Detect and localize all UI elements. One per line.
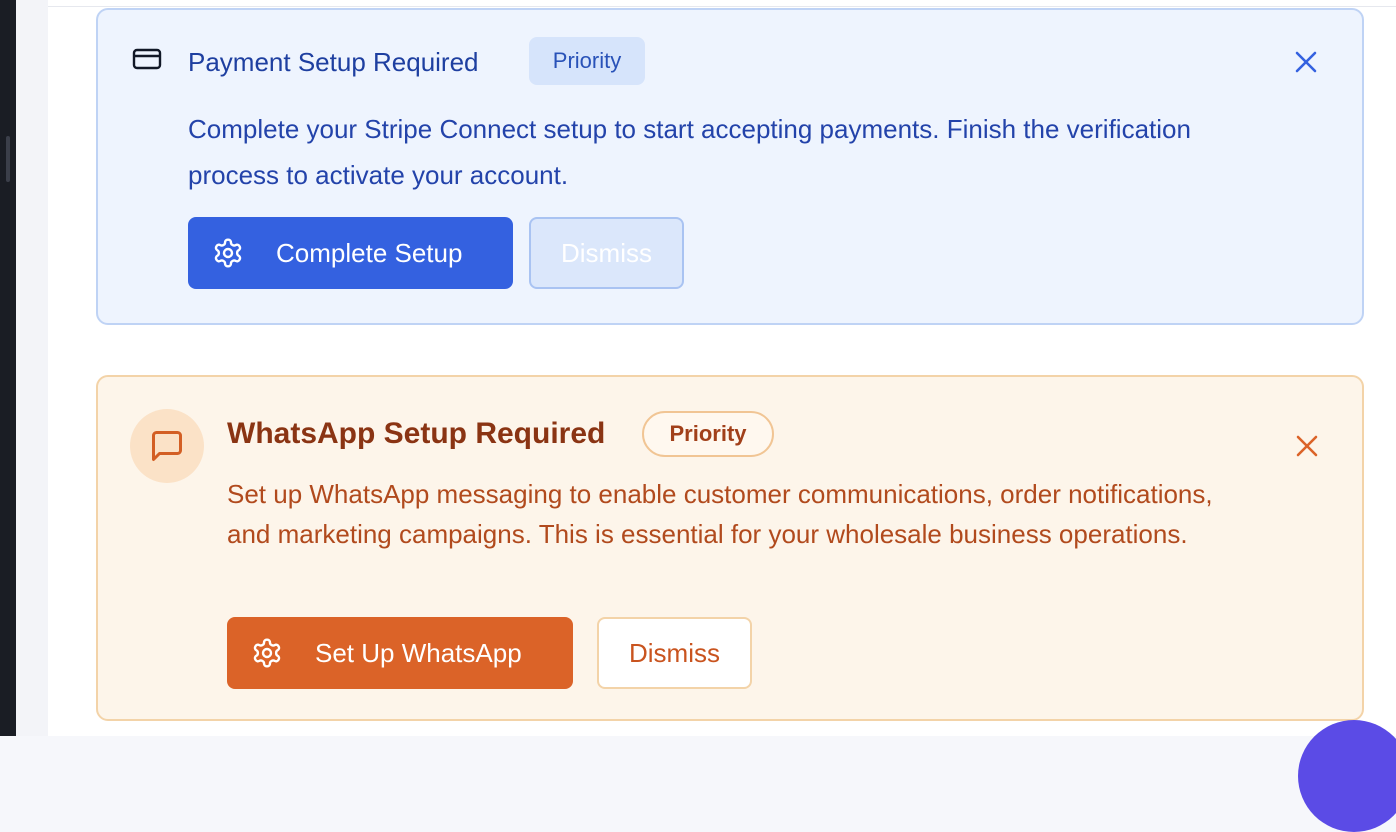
gear-icon [214,238,242,268]
priority-badge: Priority [642,411,774,457]
gear-icon [253,638,281,668]
resize-handle[interactable] [6,136,10,182]
icon-circle [130,409,204,483]
button-label: Set Up WhatsApp [315,637,522,668]
banner-description: Set up WhatsApp messaging to enable cust… [227,479,1213,549]
whatsapp-setup-banner: WhatsApp Setup Required Priority Set up … [96,375,1364,721]
button-label: Complete Setup [276,237,463,268]
sidebar-gutter [16,0,48,736]
dismiss-button[interactable]: Dismiss [529,217,684,289]
divider [48,6,1396,7]
close-icon[interactable] [1295,434,1319,458]
complete-setup-button[interactable]: Complete Setup [188,217,513,289]
banner-description: Complete your Stripe Connect setup to st… [188,114,1191,190]
message-square-icon [152,431,182,461]
close-icon[interactable] [1294,50,1318,74]
left-rail [0,0,16,736]
payment-setup-banner: Payment Setup Required Priority Complete… [96,8,1364,325]
floating-action-button[interactable] [1298,720,1396,832]
banner-title: Payment Setup Required [188,47,479,77]
banner-title: WhatsApp Setup Required [227,417,606,450]
set-up-whatsapp-button[interactable]: Set Up WhatsApp [227,617,573,689]
dismiss-button[interactable]: Dismiss [597,617,752,689]
credit-card-icon [132,48,162,70]
priority-badge: Priority [529,37,645,85]
